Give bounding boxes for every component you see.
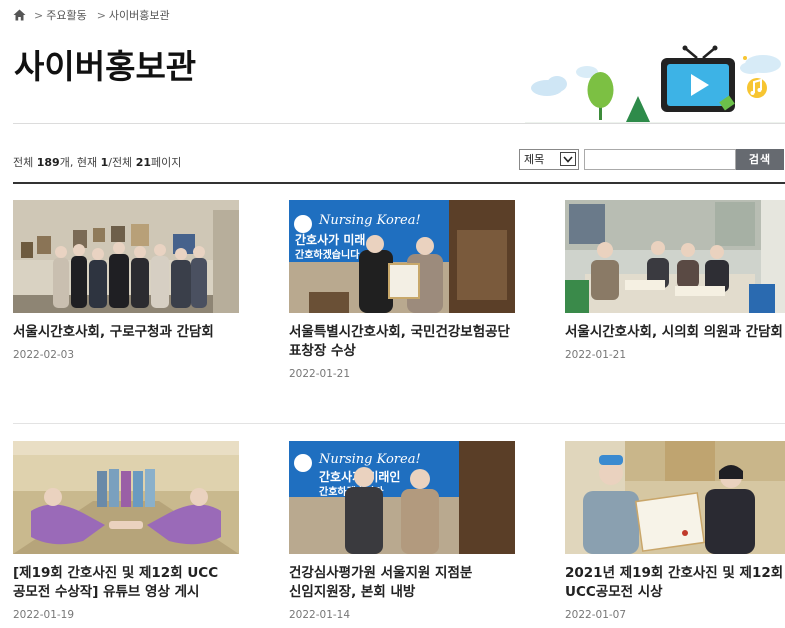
post-title[interactable]: 서울시간호사회, 구로구청과 간담회 [13, 323, 239, 342]
breadcrumb-item-activities[interactable]: 주요활동 [46, 7, 86, 23]
summary-page-sep: /전체 [108, 156, 133, 169]
list-summary: 전체 189개, 현재 1/전체 21페이지 [13, 154, 181, 170]
search-button[interactable]: 검색 [736, 148, 784, 170]
post-thumbnail[interactable]: Nursing Korea! 간호사가 미래 간호하겠습니다 [289, 200, 515, 313]
post-card[interactable]: 2021년 제19회 간호사진 및 제12회 UCC공모전 시상 2022-01… [565, 441, 785, 621]
post-thumbnail[interactable]: Nursing Korea! 간호사가 미래인 간호하겠습니다 [289, 441, 515, 554]
title-divider [13, 123, 785, 124]
breadcrumb: > 주요활동 > 사이버홍보관 [13, 7, 180, 23]
post-card[interactable]: 서울시간호사회, 구로구청과 간담회 2022-02-03 [13, 200, 239, 361]
search-bar: 제목 검색 [519, 148, 784, 170]
post-date: 2022-02-03 [13, 349, 75, 361]
row-divider [13, 423, 785, 424]
post-thumbnail[interactable] [13, 200, 239, 313]
summary-total-pages: 21 [135, 156, 151, 169]
post-card[interactable]: [제19회 간호사진 및 제12회 UCC 공모전 수상작] 유튜브 영상 게시… [13, 441, 239, 621]
post-title[interactable]: [제19회 간호사진 및 제12회 UCC 공모전 수상작] 유튜브 영상 게시 [13, 564, 239, 602]
search-field-value: 제목 [524, 153, 545, 166]
search-input[interactable] [584, 148, 736, 170]
post-title[interactable]: 서울시간호사회, 시의회 의원과 간담회 [565, 323, 785, 342]
post-title[interactable]: 2021년 제19회 간호사진 및 제12회 UCC공모전 시상 [565, 564, 785, 602]
post-thumbnail[interactable] [565, 441, 785, 554]
page-title: 사이버홍보관 [14, 47, 197, 86]
post-title[interactable]: 서울특별시간호사회, 국민건강보험공단 표창장 수상 [289, 323, 515, 361]
banner-script-text: Nursing Korea! [318, 213, 421, 228]
post-date: 2022-01-19 [13, 609, 75, 621]
post-title[interactable]: 건강심사평가원 서울지원 지점분 신임지원장, 본회 내방 [289, 564, 515, 602]
post-card[interactable]: Nursing Korea! 간호사가 미래 간호하겠습니다 서울특별시간호사회… [289, 200, 515, 380]
summary-total-count: 189 [36, 156, 60, 169]
list-top-divider [13, 182, 785, 184]
post-date: 2022-01-14 [289, 609, 351, 621]
header-illustration [525, 44, 785, 124]
summary-page-unit: 페이지 [151, 156, 182, 169]
breadcrumb-separator: > [96, 8, 106, 22]
banner-line2-text: 간호하겠습니다 [295, 248, 360, 261]
post-thumbnail[interactable] [13, 441, 239, 554]
post-date: 2022-01-21 [289, 368, 351, 380]
banner-line1-text: 간호사가 미래 [295, 232, 365, 247]
post-card[interactable]: 서울시간호사회, 시의회 의원과 간담회 2022-01-21 [565, 200, 785, 361]
home-icon[interactable] [13, 9, 26, 21]
post-thumbnail[interactable] [565, 200, 785, 313]
breadcrumb-item-cyber-pr[interactable]: 사이버홍보관 [109, 7, 170, 23]
summary-count-unit: 개, 현재 [59, 156, 98, 169]
post-date: 2022-01-07 [565, 609, 627, 621]
search-field-select[interactable]: 제목 [519, 148, 579, 170]
chevron-down-icon [560, 152, 576, 166]
banner-script-text: Nursing Korea! [318, 452, 421, 467]
post-date: 2022-01-21 [565, 349, 627, 361]
summary-total-label: 전체 [13, 156, 34, 169]
post-card[interactable]: Nursing Korea! 간호사가 미래인 간호하겠습니다 건강심사평가원 … [289, 441, 515, 621]
breadcrumb-separator: > [34, 8, 44, 22]
